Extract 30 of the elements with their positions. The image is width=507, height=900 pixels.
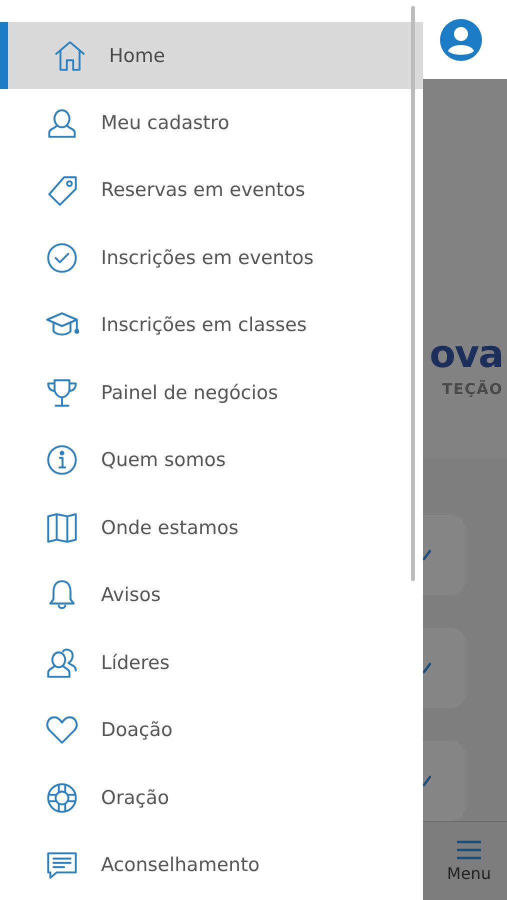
menu-item[interactable]: Quem somos [0,426,423,494]
menu-item[interactable]: Doação [0,696,423,764]
menu-item[interactable]: Painel de negócios [0,359,423,426]
check-icon [423,662,431,674]
menu-item[interactable]: Inscrições em eventos [0,224,423,292]
scrollbar[interactable] [411,6,415,581]
menu-icon [456,840,482,860]
menu-item[interactable]: Home [0,22,423,89]
menu-item[interactable]: Meu cadastro [0,89,423,156]
logo-text: ova [429,334,503,374]
info-icon [45,443,79,478]
home-icon [53,38,87,72]
menu-item[interactable]: Onde estamos [0,494,423,562]
menu-item[interactable]: Avisos [0,562,423,629]
menu-item[interactable]: Reservas em eventos [0,156,423,224]
menu-item[interactable]: Líderes [0,629,423,696]
check-icon [423,549,431,561]
menu-item[interactable]: Aconselhamento [0,832,423,899]
profile-icon[interactable] [440,18,482,60]
logo-subtitle: TEÇÃO [442,380,503,398]
card[interactable] [423,515,465,595]
card[interactable] [423,741,465,821]
people-icon [45,646,79,680]
card[interactable] [423,628,465,708]
check-icon [423,775,431,787]
menu-item[interactable]: Oração [0,764,423,832]
lifebuoy-icon [45,780,79,815]
check-circle-icon [45,240,79,275]
map-icon [45,510,79,545]
menu-item[interactable]: Inscrições em classes [0,292,423,359]
